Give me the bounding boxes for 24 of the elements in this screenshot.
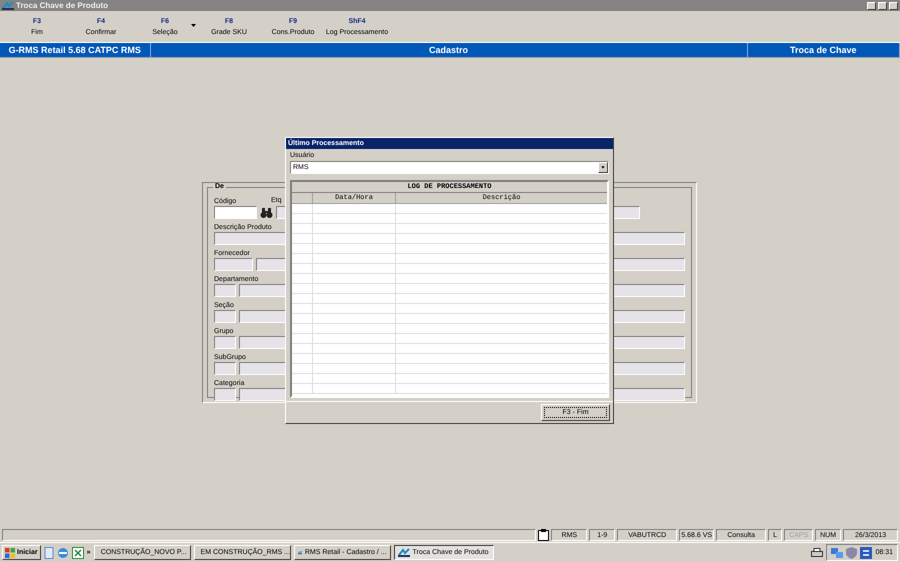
text-field[interactable] xyxy=(214,362,236,375)
close-button[interactable] xyxy=(889,2,898,10)
text-field[interactable] xyxy=(214,206,257,219)
app-icon xyxy=(298,548,302,557)
minimize-button[interactable] xyxy=(867,2,876,10)
text-field[interactable] xyxy=(214,310,236,323)
header-cell: Troca de Chave xyxy=(748,43,900,57)
binoculars-icon[interactable] xyxy=(260,206,273,218)
restore-button[interactable] xyxy=(878,2,887,10)
text-field[interactable] xyxy=(214,284,236,297)
app-icon xyxy=(398,548,410,557)
network-icon[interactable] xyxy=(831,546,844,558)
header-cell: Cadastro xyxy=(150,43,748,57)
window-title: Troca Chave de Produto xyxy=(16,1,110,10)
printer-icon[interactable] xyxy=(811,548,824,558)
app-icon xyxy=(2,1,14,10)
header-cell: G-RMS Retail 5.68 CATPC RMS xyxy=(0,43,150,57)
text-field[interactable] xyxy=(214,388,236,401)
caret-icon xyxy=(191,24,196,27)
windows-logo-icon xyxy=(5,548,15,558)
text-field[interactable] xyxy=(214,258,254,271)
document-icon[interactable] xyxy=(44,546,54,558)
text-field[interactable] xyxy=(214,336,236,349)
spreadsheet-icon[interactable] xyxy=(72,546,84,558)
